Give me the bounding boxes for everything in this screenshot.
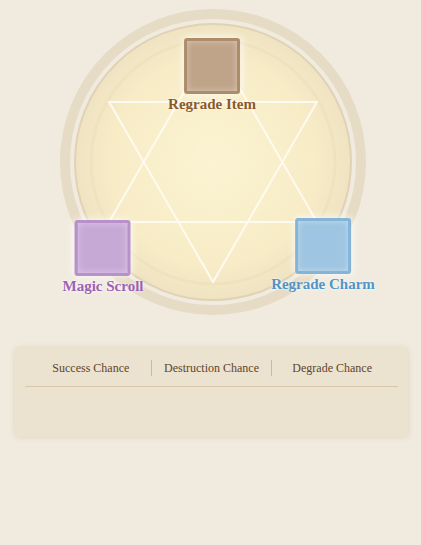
item-slot[interactable] [184, 38, 240, 94]
slot-label: Regrade Charm [271, 276, 375, 293]
chance-column: Degrade Chance [272, 361, 392, 376]
slot-node[interactable]: Regrade Charm [271, 218, 375, 293]
regrade-screen: Regrade Item Magic Scroll Regrade Charm … [0, 0, 421, 545]
slot-label: Magic Scroll [63, 278, 144, 295]
chance-values [15, 387, 408, 437]
column-separator [151, 360, 152, 376]
chance-panel: Success Chance Destruction Chance Degrad… [15, 348, 408, 437]
column-separator [271, 360, 272, 376]
slot-label: Regrade Item [168, 96, 256, 113]
item-slot[interactable] [295, 218, 351, 274]
slot-node[interactable]: Magic Scroll [63, 220, 144, 295]
chance-header: Success Chance Destruction Chance Degrad… [25, 348, 398, 387]
chance-column: Success Chance [31, 361, 151, 376]
chance-column: Destruction Chance [152, 361, 272, 376]
magic-circle-stage: Regrade Item Magic Scroll Regrade Charm [0, 0, 421, 340]
slot-node[interactable]: Regrade Item [168, 38, 256, 113]
item-slot[interactable] [75, 220, 131, 276]
